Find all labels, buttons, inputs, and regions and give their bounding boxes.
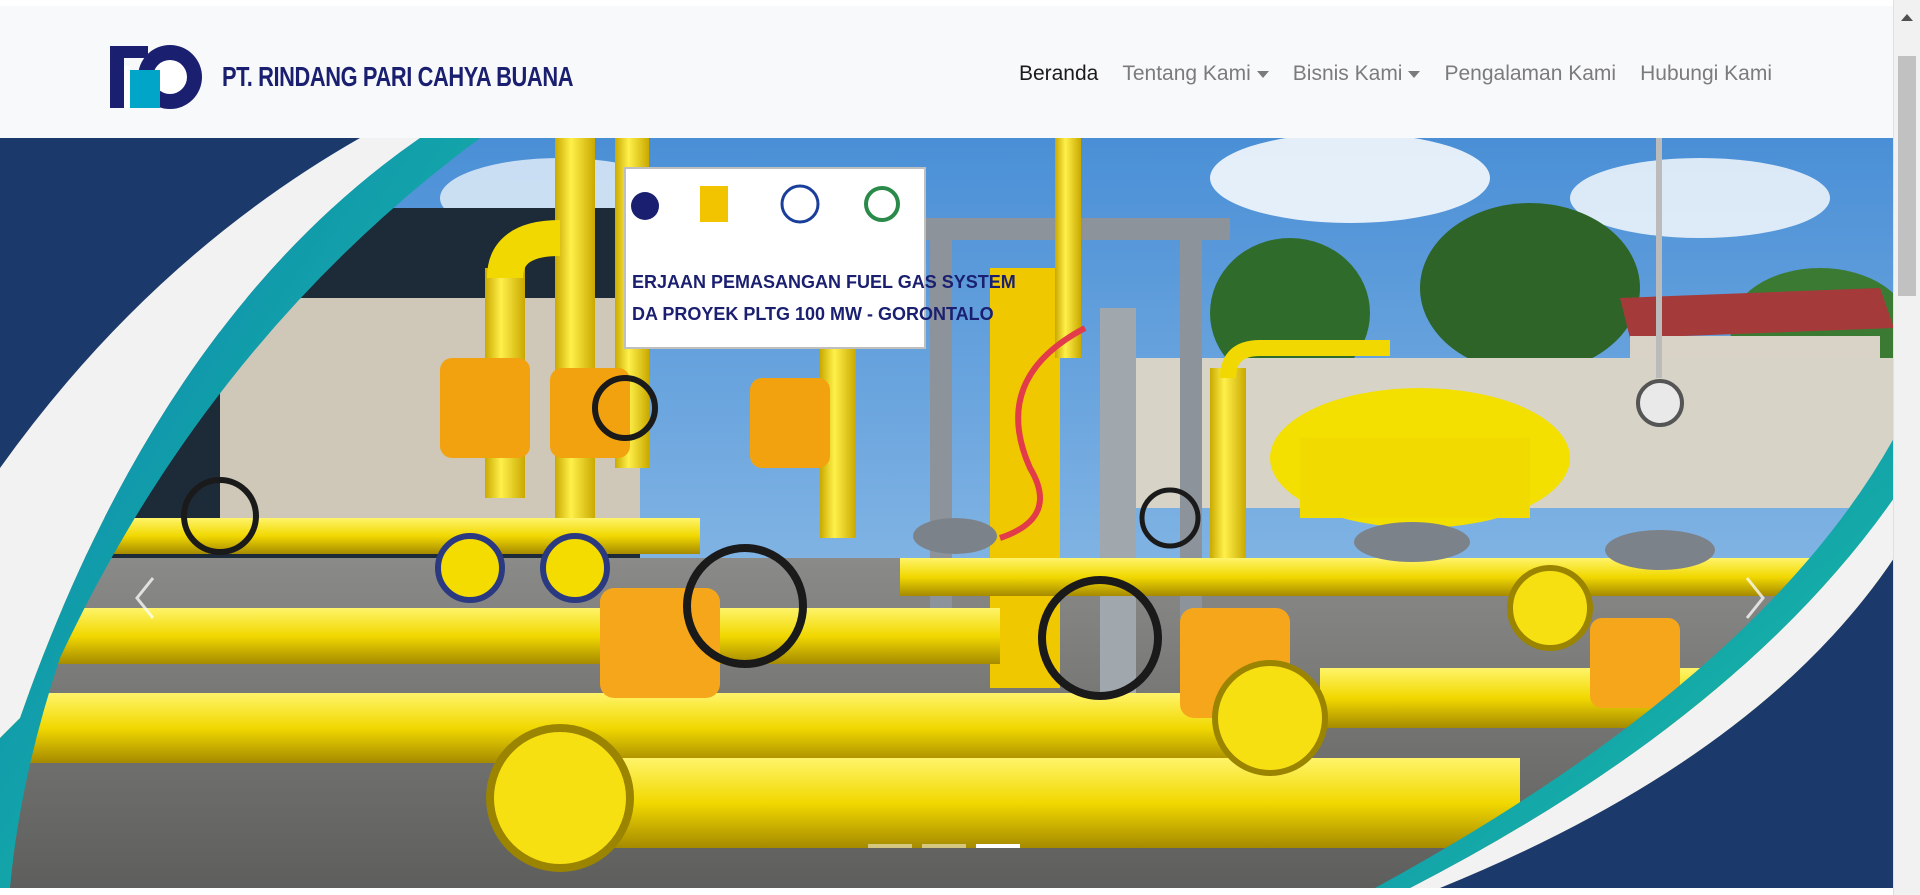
nav-label: Hubungi Kami [1640, 62, 1772, 85]
banner-line-1: ERJAAN PEMASANGAN FUEL GAS SYSTEM [632, 272, 1016, 292]
nav-item-beranda[interactable]: Beranda [1019, 62, 1098, 86]
chevron-right-icon [1745, 577, 1765, 619]
brand-name: PT. RINDANG PARI CAHYA BUANA [222, 61, 574, 92]
carousel-indicator-2[interactable] [922, 844, 966, 848]
slide-image: ERJAAN PEMASANGAN FUEL GAS SYSTEM DA PRO… [0, 138, 1894, 888]
carousel-indicators [868, 844, 1020, 848]
banner-line-2: DA PROYEK PLTG 100 MW - GORONTALO [632, 304, 994, 324]
carousel-prev-button[interactable] [125, 558, 165, 638]
nav-label: Bisnis Kami [1292, 62, 1403, 85]
carousel-next-button[interactable] [1735, 558, 1775, 638]
page-scrollbar[interactable] [1893, 0, 1920, 895]
navbar: PT. RINDANG PARI CAHYA BUANA Beranda Ten… [0, 6, 1894, 138]
nav-label: Beranda [1018, 62, 1099, 85]
main-nav: Beranda Tentang Kami Bisnis Kami Pengala… [1019, 62, 1772, 86]
scroll-up-arrow-icon[interactable] [1901, 14, 1913, 21]
carousel-indicator-1[interactable] [868, 844, 912, 848]
scrollbar-thumb[interactable] [1898, 56, 1916, 296]
caret-down-icon [1256, 70, 1269, 78]
caret-down-icon [1408, 70, 1421, 78]
nav-label: Tentang Kami [1122, 62, 1251, 85]
rpcb-logo-icon [110, 44, 206, 110]
nav-item-pengalaman-kami[interactable]: Pengalaman Kami [1444, 62, 1616, 86]
brand-logo[interactable]: PT. RINDANG PARI CAHYA BUANA [110, 44, 672, 110]
hero-carousel: ERJAAN PEMASANGAN FUEL GAS SYSTEM DA PRO… [0, 138, 1894, 888]
carousel-indicator-3[interactable] [976, 844, 1020, 848]
nav-item-hubungi-kami[interactable]: Hubungi Kami [1640, 62, 1772, 86]
chevron-left-icon [135, 577, 155, 619]
nav-label: Pengalaman Kami [1444, 62, 1617, 85]
nav-item-tentang-kami[interactable]: Tentang Kami [1122, 62, 1269, 86]
nav-item-bisnis-kami[interactable]: Bisnis Kami [1293, 62, 1421, 86]
